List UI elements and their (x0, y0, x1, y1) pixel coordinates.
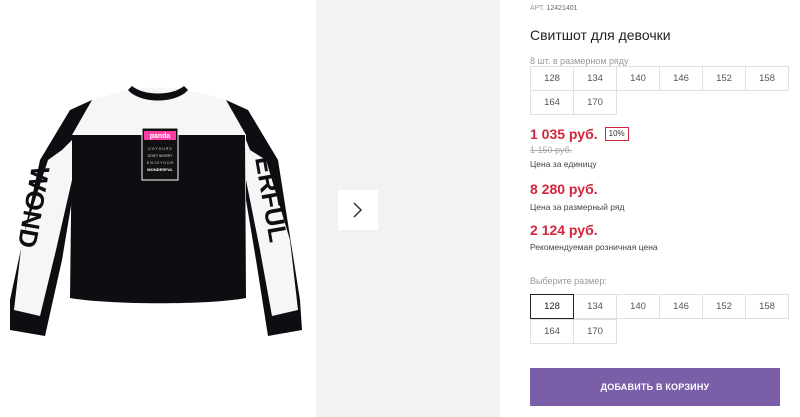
pack-price: 8 280 руб. (530, 181, 598, 197)
size-option-170[interactable]: 170 (573, 319, 617, 344)
size-option-128[interactable]: 128 (530, 294, 574, 319)
old-price: 1 150 руб. (530, 145, 573, 155)
product-title: Свитшот для девочки (530, 27, 671, 43)
pack-size-grid: 128 134 140 146 152 158 164 170 (530, 66, 789, 115)
size-option-164[interactable]: 164 (530, 319, 574, 344)
sweatshirt-illustration: panda D O Y O U R S DON'T WORRY E N J O … (10, 86, 302, 336)
pack-size-cell: 134 (573, 66, 617, 91)
svg-text:DON'T WORRY: DON'T WORRY (148, 154, 174, 158)
size-option-158[interactable]: 158 (745, 294, 789, 319)
pack-size-cell: 128 (530, 66, 574, 91)
svg-text:E N J O Y O U R: E N J O Y O U R (147, 161, 174, 165)
discount-badge: 10% (604, 127, 629, 141)
pack-size-cell: 158 (745, 66, 789, 91)
unit-price: 1 035 руб. (530, 126, 598, 142)
pack-size-cell: 146 (659, 66, 703, 91)
article-label: АРТ. (530, 5, 545, 12)
unit-price-caption: Цена за единицу (530, 159, 597, 169)
product-image[interactable]: panda D O Y O U R S DON'T WORRY E N J O … (0, 0, 316, 417)
patch-word-text: WONDERFUL (147, 167, 174, 172)
size-option-140[interactable]: 140 (616, 294, 660, 319)
pack-quantity: 8 шт. в размерном ряду (530, 56, 629, 66)
size-select-label: Выберите размер: (530, 276, 607, 286)
retail-price-caption: Рекомендуемая розничная цена (530, 242, 658, 252)
svg-text:D O Y O U R S: D O Y O U R S (148, 147, 172, 151)
patch-brand-text: panda (150, 133, 171, 140)
add-to-cart-button[interactable]: ДОБАВИТЬ В КОРЗИНУ (530, 368, 780, 406)
pack-price-caption: Цена за размерный ряд (530, 202, 625, 212)
retail-price: 2 124 руб. (530, 222, 598, 238)
size-select-grid: 128 134 140 146 152 158 164 170 (530, 294, 789, 344)
pack-size-cell: 170 (573, 90, 617, 115)
size-option-146[interactable]: 146 (659, 294, 703, 319)
next-image-button[interactable] (338, 190, 378, 230)
size-option-152[interactable]: 152 (702, 294, 746, 319)
product-info-panel: АРТ. 12421401 Свитшот для девочки 8 шт. … (530, 0, 800, 417)
size-option-134[interactable]: 134 (573, 294, 617, 319)
article-number: АРТ. 12421401 (530, 5, 578, 12)
chevron-right-icon (353, 202, 363, 218)
pack-size-cell: 152 (702, 66, 746, 91)
article-value: 12421401 (546, 5, 578, 12)
pack-size-cell: 140 (616, 66, 660, 91)
unit-price-row: 1 035 руб. 10% (530, 126, 629, 142)
pack-size-cell: 164 (530, 90, 574, 115)
